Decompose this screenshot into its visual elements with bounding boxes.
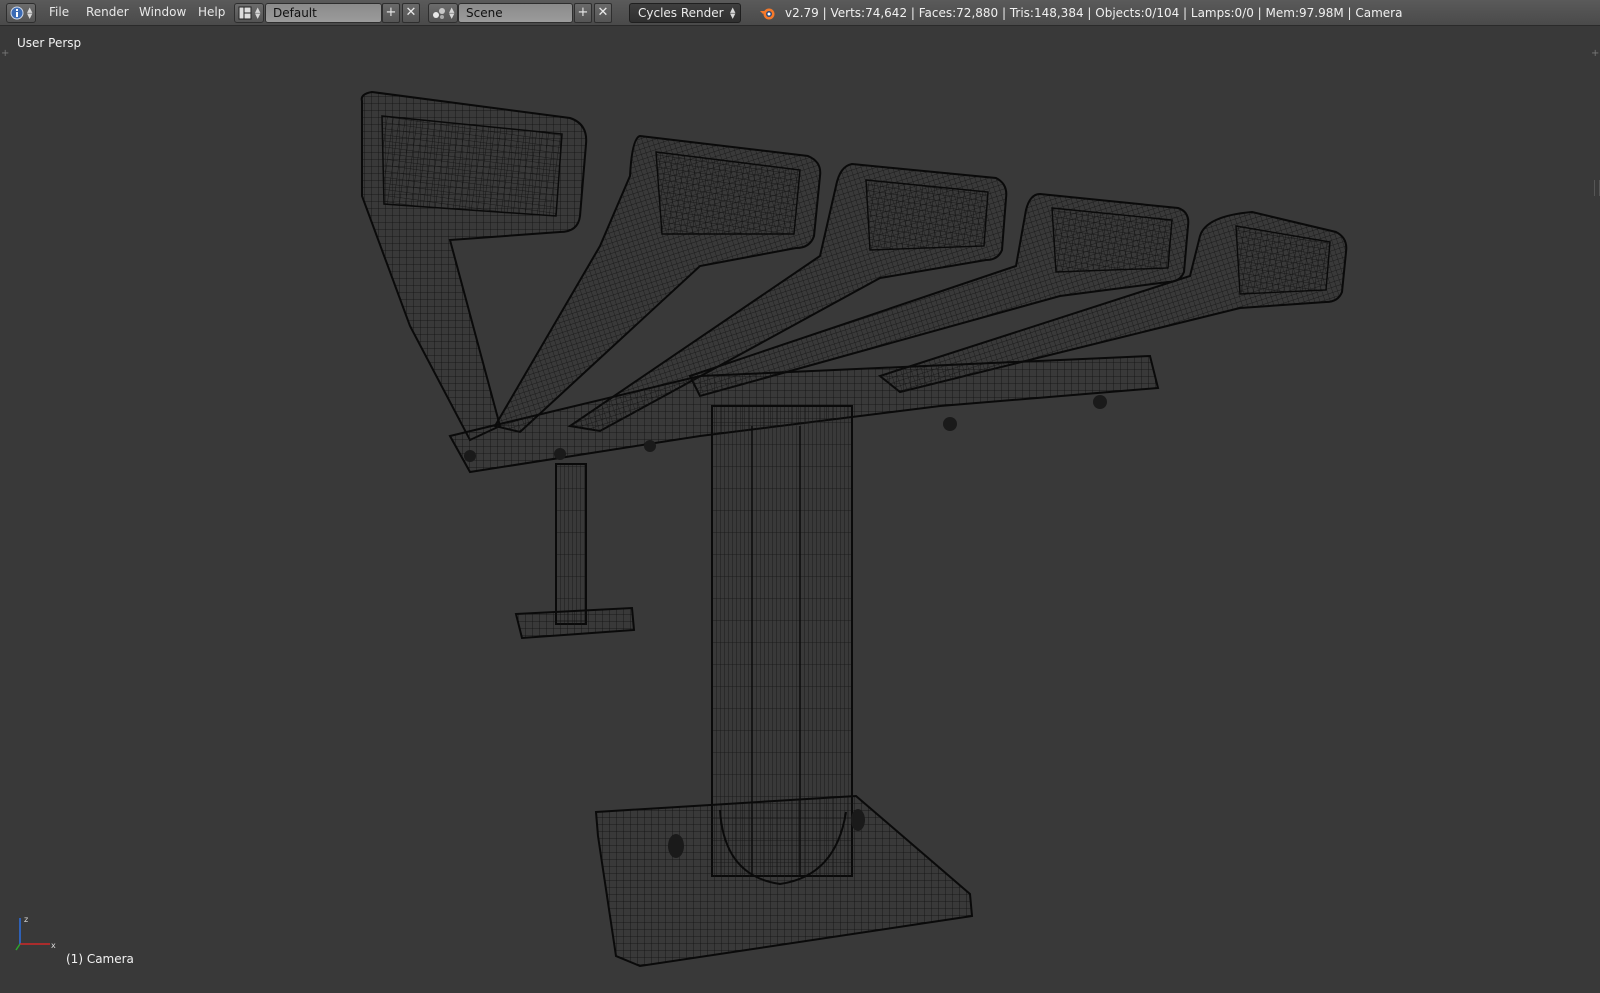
plus-icon: +: [577, 5, 589, 20]
render-engine-label: Cycles Render: [638, 6, 724, 20]
screen-layout-field[interactable]: Default: [265, 3, 382, 23]
scene-icon: [433, 8, 445, 19]
menu-render[interactable]: Render: [86, 5, 129, 25]
scene-selector[interactable]: ▲ ▼: [428, 3, 458, 23]
updown-arrows-icon: ▲ ▼: [730, 6, 736, 20]
render-engine-dropdown[interactable]: Cycles Render ▲ ▼: [629, 3, 741, 23]
x-axis-label: x: [51, 941, 56, 950]
plus-icon: +: [385, 5, 397, 20]
info-header: ▲ ▼ File Render Window Help ▲ ▼ Default + …: [0, 0, 1600, 26]
editor-type-selector[interactable]: ▲ ▼: [6, 3, 36, 23]
active-object-label: (1) Camera: [66, 952, 134, 966]
close-icon: ✕: [597, 5, 609, 20]
updown-arrows-icon: ▲ ▼: [27, 6, 33, 20]
3d-viewport[interactable]: User Persp + + z x (1) Camera: [0, 26, 1600, 993]
tool-shelf-handle[interactable]: [1594, 180, 1600, 196]
menu-window[interactable]: Window: [139, 5, 186, 25]
info-icon: [10, 6, 24, 20]
scene-field[interactable]: Scene: [458, 3, 573, 23]
menu-file[interactable]: File: [49, 5, 69, 25]
screen-layout-icon: [238, 6, 252, 20]
z-axis-label: z: [24, 915, 28, 924]
blender-logo-icon: [760, 8, 775, 20]
scene-statistics: v2.79 | Verts:74,642 | Faces:72,880 | Tr…: [785, 6, 1403, 20]
delete-scene-button[interactable]: ✕: [594, 3, 612, 23]
updown-arrows-icon: ▲ ▼: [255, 6, 261, 20]
add-screen-button[interactable]: +: [382, 3, 400, 23]
close-icon: ✕: [405, 5, 417, 20]
menu-help[interactable]: Help: [198, 5, 225, 25]
back-leg: [514, 463, 636, 640]
screen-layout-selector[interactable]: ▲ ▼: [234, 3, 264, 23]
wireframe-bench-model[interactable]: [0, 26, 1600, 993]
pedestal: [594, 405, 974, 968]
updown-arrows-icon: ▲ ▼: [449, 6, 455, 20]
delete-screen-button[interactable]: ✕: [402, 3, 420, 23]
add-scene-button[interactable]: +: [574, 3, 592, 23]
axis-gizmo: z x: [15, 915, 56, 951]
